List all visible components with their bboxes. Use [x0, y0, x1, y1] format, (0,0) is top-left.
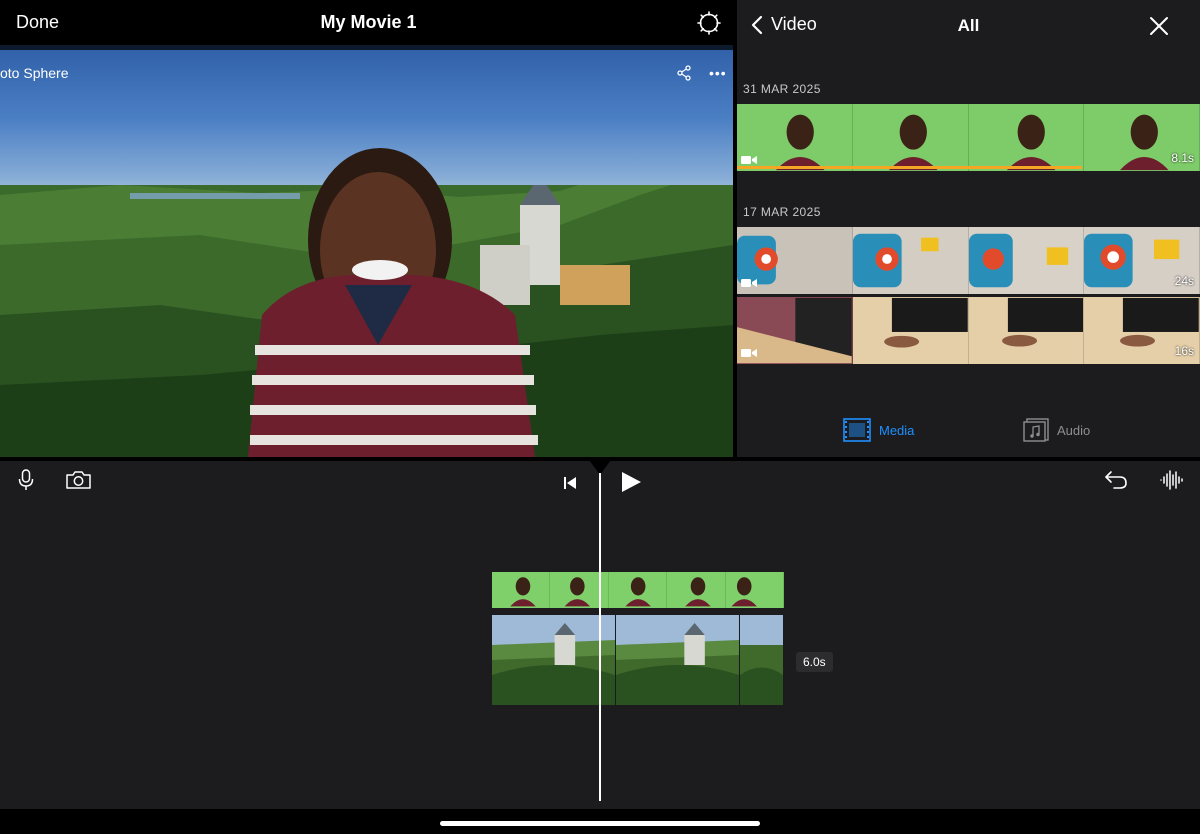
playhead-line[interactable] [599, 473, 601, 801]
clip-duration-badge: 6.0s [796, 652, 833, 672]
film-strip-icon [843, 418, 871, 442]
clip-frame [739, 615, 784, 705]
tab-media[interactable]: Media [843, 418, 914, 442]
clip-duration: 16s [1174, 344, 1194, 358]
music-note-icon [1023, 418, 1049, 442]
background-clip-track[interactable] [492, 615, 784, 705]
clip-duration: 8.1s [1171, 151, 1194, 165]
used-clip-marker [737, 166, 1082, 169]
clip-frame [615, 615, 740, 705]
media-browser: Video All 31 MAR 2025 8.1s 17 MAR 2025 2… [737, 0, 1200, 457]
clip-thumbnail-strip[interactable]: 24s [737, 227, 1200, 294]
clip-frame [725, 572, 784, 608]
more-options-icon[interactable]: ••• [709, 65, 727, 81]
clip-frame [608, 572, 668, 608]
close-icon[interactable] [1149, 16, 1169, 36]
top-bar: Done My Movie 1 [0, 0, 737, 45]
clip-frame [968, 104, 1085, 171]
person-figure [248, 148, 538, 457]
clip-frame [852, 104, 969, 171]
browser-tab-bar: Media Audio [737, 418, 1200, 448]
video-preview[interactable]: oto Sphere ••• [0, 45, 733, 457]
video-camera-icon [741, 279, 757, 287]
home-area [0, 809, 1200, 834]
tab-media-label: Media [879, 422, 915, 438]
microphone-icon[interactable] [18, 469, 34, 491]
clip-frame [968, 297, 1085, 364]
clip-frame [492, 572, 551, 608]
camera-icon[interactable] [65, 469, 92, 491]
section-date: 17 MAR 2025 [743, 205, 821, 219]
skip-to-start-icon[interactable] [562, 472, 578, 494]
clip-frame [968, 227, 1085, 294]
clip-thumbnail-strip[interactable]: 8.1s [737, 104, 1200, 171]
clip-frame [852, 297, 969, 364]
home-indicator[interactable] [440, 821, 760, 826]
undo-icon[interactable] [1104, 469, 1128, 491]
movie-title: My Movie 1 [320, 12, 417, 32]
timeline-panel[interactable]: 6.0s [0, 457, 1200, 809]
overlay-clip-track[interactable] [492, 572, 784, 608]
tab-audio[interactable]: Audio [1023, 418, 1090, 442]
clip-thumbnail-strip[interactable]: 16s [737, 297, 1200, 364]
viewer-overlay-text: oto Sphere [0, 65, 69, 81]
clip-frame [492, 615, 616, 705]
video-camera-icon [741, 156, 757, 164]
share-icon[interactable] [676, 65, 692, 81]
tab-audio-label: Audio [1057, 422, 1091, 438]
gear-icon[interactable] [697, 11, 721, 35]
clip-frame [852, 227, 969, 294]
play-icon[interactable] [620, 471, 642, 493]
waveform-icon[interactable] [1159, 469, 1185, 491]
browser-title: All [957, 16, 980, 35]
section-date: 31 MAR 2025 [743, 82, 821, 96]
clip-duration: 24s [1174, 274, 1194, 288]
video-camera-icon [741, 349, 757, 357]
clip-frame [667, 572, 726, 608]
